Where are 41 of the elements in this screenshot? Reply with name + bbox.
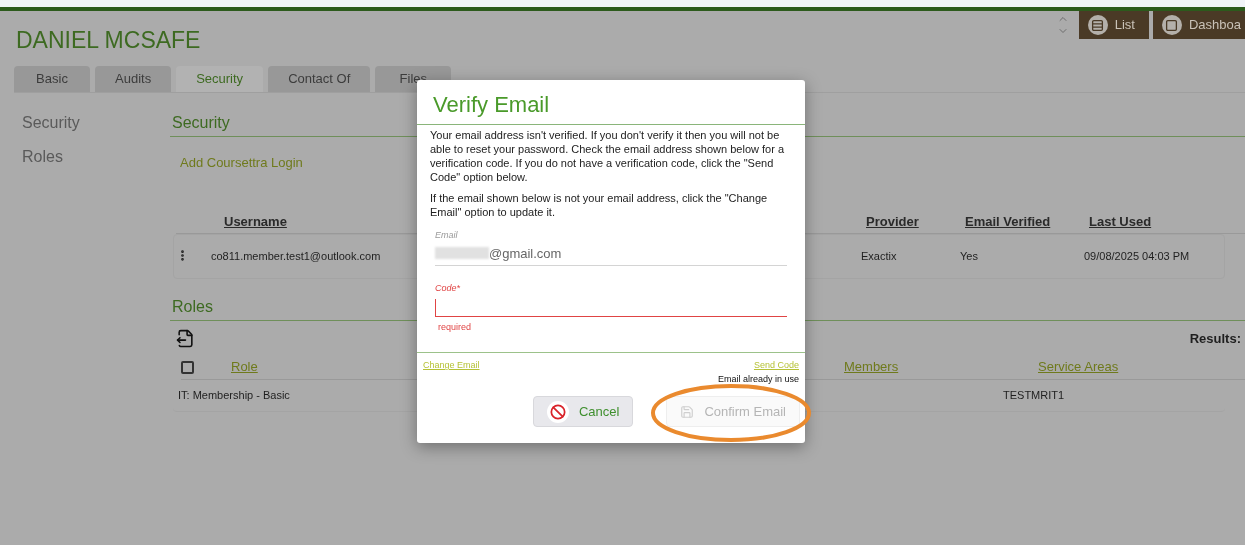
field-label: Email bbox=[435, 229, 459, 242]
screen-icon bbox=[1161, 15, 1182, 35]
table-cell-text: Exactix bbox=[861, 249, 898, 265]
nav-button[interactable]: Dashboa bbox=[1152, 11, 1245, 39]
table-cell-text: co811.member.test1@outlook.com bbox=[211, 249, 381, 265]
cancel-icon bbox=[546, 400, 569, 423]
table-cell-text: TESTMRIT1 bbox=[1003, 388, 1066, 404]
cancel-button[interactable]: Cancel bbox=[532, 396, 634, 427]
tab[interactable]: Contact Of bbox=[268, 65, 371, 92]
tab[interactable]: Audits bbox=[95, 65, 172, 92]
nav-button[interactable]: List bbox=[1078, 11, 1149, 39]
table-cell-text: 09/08/2025 04:03 PM bbox=[1084, 249, 1191, 265]
send-code-link[interactable]: Send Code bbox=[753, 359, 799, 373]
export-icon[interactable] bbox=[176, 329, 195, 349]
tab[interactable]: Security bbox=[176, 65, 264, 92]
side-nav-link[interactable]: Security bbox=[22, 110, 170, 135]
email-field[interactable]: Email @gmail.com bbox=[435, 229, 787, 266]
error-message: required bbox=[438, 320, 473, 334]
list-icon bbox=[1087, 15, 1108, 35]
column-header[interactable]: Email Verified bbox=[965, 211, 1089, 231]
tab[interactable]: Basic bbox=[14, 65, 90, 92]
code-field[interactable] bbox=[435, 299, 787, 317]
column-header[interactable]: Members bbox=[844, 356, 1038, 376]
table-cell-text: IT: Membership - Basic bbox=[177, 388, 290, 404]
save-icon bbox=[680, 404, 695, 419]
results-label: Results: bbox=[1189, 330, 1241, 348]
table-cell-text: Yes bbox=[960, 249, 979, 265]
dialog-title: Verify Email bbox=[417, 80, 805, 125]
status-note: Email already in use bbox=[717, 372, 799, 386]
side-nav-link[interactable]: Roles bbox=[22, 144, 170, 169]
column-header[interactable]: Last Used bbox=[1089, 211, 1245, 231]
select-all-checkbox[interactable] bbox=[181, 361, 194, 374]
field-value: @gmail.com bbox=[489, 244, 562, 263]
redaction-drawing bbox=[435, 247, 489, 260]
column-header[interactable]: Provider bbox=[866, 211, 965, 231]
field-label: Code* bbox=[435, 282, 462, 295]
dialog-paragraph: If the email shown below is not your email address, click the "Change Email" option to update it. bbox=[430, 191, 769, 219]
column-header[interactable]: Service Areas bbox=[1038, 356, 1245, 376]
add-login-link[interactable]: Add Coursettra Login bbox=[180, 152, 303, 172]
page-title: DANIEL MCSAFE bbox=[16, 26, 201, 55]
change-email-link[interactable]: Change Email bbox=[423, 359, 480, 386]
